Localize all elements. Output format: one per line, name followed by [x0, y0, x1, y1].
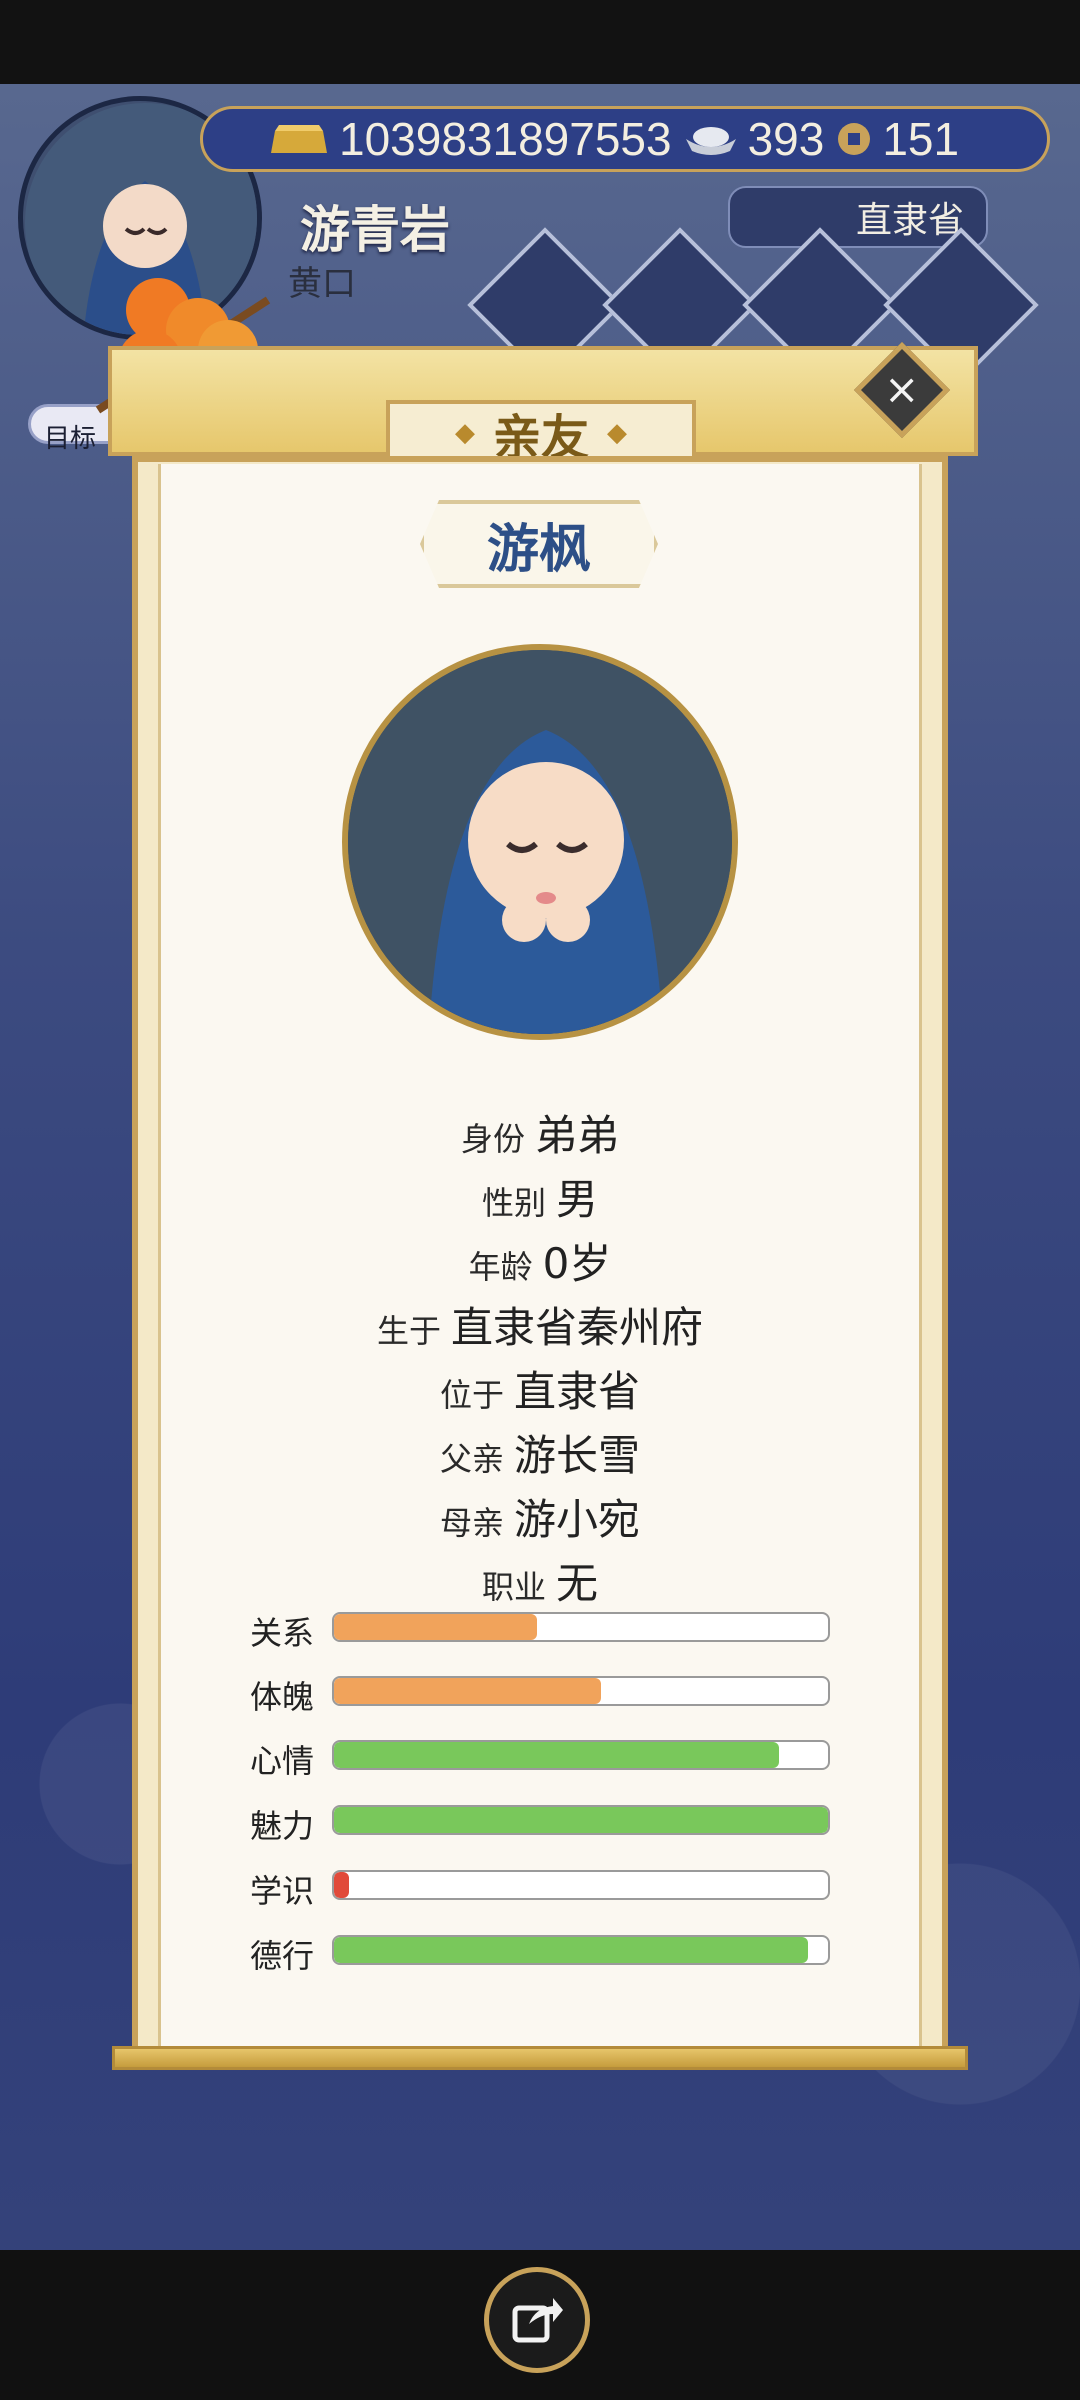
info-row-gender: 性别 男	[0, 1166, 1080, 1227]
coin-amount: 151	[882, 113, 960, 165]
region-label: 直隶省	[855, 200, 964, 241]
scroll-bottom-rod	[112, 2046, 968, 2070]
stat-label: 魅力	[250, 1807, 315, 1845]
coin-resource[interactable]: 151	[834, 112, 959, 166]
stat-track	[332, 1612, 830, 1642]
info-row-age: 年龄 0岁	[0, 1230, 1080, 1291]
stat-track	[332, 1870, 830, 1900]
stat-track	[332, 1740, 830, 1770]
stat-row-physique: 体魄	[250, 1674, 830, 1716]
info-value: 无	[556, 1559, 599, 1608]
info-row-father: 父亲 游长雪	[0, 1422, 1080, 1483]
info-value: 男	[556, 1175, 599, 1224]
stat-row-mood: 心情	[250, 1738, 830, 1780]
stat-row-knowledge: 学识	[250, 1868, 830, 1910]
person-illustration	[348, 650, 732, 1034]
info-value: 游长雪	[514, 1431, 641, 1480]
gold-amount: 1039831897553	[339, 113, 672, 165]
info-label: 母亲	[439, 1504, 504, 1542]
stat-track	[332, 1805, 830, 1835]
info-label: 年龄	[468, 1248, 533, 1286]
info-label: 职业	[481, 1568, 546, 1606]
status-bar	[0, 0, 1080, 84]
diamond-icon: ◆	[607, 418, 627, 448]
stat-fill	[334, 1807, 828, 1833]
info-value: 直隶省秦州府	[451, 1303, 704, 1352]
stat-fill	[334, 1937, 809, 1963]
person-name-plate: 游枫	[420, 500, 658, 588]
info-label: 位于	[439, 1376, 504, 1414]
stat-label: 学识	[250, 1872, 315, 1910]
silver-resource[interactable]: 393	[682, 112, 825, 166]
stat-label: 德行	[250, 1937, 315, 1975]
player-name: 游青岩	[300, 201, 450, 259]
share-button[interactable]	[484, 2267, 590, 2373]
stat-track	[332, 1676, 830, 1706]
info-label: 性别	[481, 1184, 546, 1222]
diamond-icon: ◆	[454, 418, 475, 448]
info-label: 生于	[376, 1312, 441, 1350]
stat-row-virtue: 德行	[250, 1933, 830, 1975]
info-value: 弟弟	[535, 1111, 620, 1160]
info-label: 父亲	[439, 1440, 504, 1478]
stat-fill	[334, 1678, 601, 1704]
gold-resource[interactable]: 1039831897553	[267, 112, 672, 166]
stat-track	[332, 1935, 830, 1965]
silver-ingot-icon	[685, 127, 736, 155]
stat-fill	[334, 1614, 537, 1640]
stat-label: 体魄	[250, 1678, 315, 1716]
info-value: 游小宛	[514, 1495, 641, 1544]
person-portrait	[342, 644, 738, 1040]
stat-fill	[334, 1742, 779, 1768]
player-title: 黄口	[288, 264, 356, 304]
info-value: 直隶省	[514, 1367, 641, 1416]
info-row-occupation: 职业 无	[0, 1550, 1080, 1611]
stat-row-relationship: 关系	[250, 1610, 830, 1652]
close-icon: ×	[884, 364, 920, 414]
gold-ingot-icon	[271, 125, 327, 153]
share-icon	[512, 2298, 563, 2343]
resource-bar: 1039831897553 393 151	[200, 106, 1050, 172]
goal-label: 目标	[44, 424, 97, 454]
stat-fill	[334, 1872, 349, 1898]
info-row-birthplace: 生于 直隶省秦州府	[0, 1294, 1080, 1355]
stat-row-charm: 魅力	[250, 1803, 830, 1845]
info-label: 身份	[460, 1120, 525, 1158]
copper-coin-icon	[838, 123, 871, 155]
info-row-location: 位于 直隶省	[0, 1358, 1080, 1419]
person-name: 游枫	[486, 519, 591, 580]
info-row-identity: 身份 弟弟	[0, 1102, 1080, 1163]
silver-amount: 393	[747, 113, 825, 165]
stat-label: 关系	[250, 1614, 315, 1652]
stat-label: 心情	[250, 1742, 315, 1780]
info-value: 0岁	[542, 1239, 612, 1288]
info-row-mother: 母亲 游小宛	[0, 1486, 1080, 1547]
